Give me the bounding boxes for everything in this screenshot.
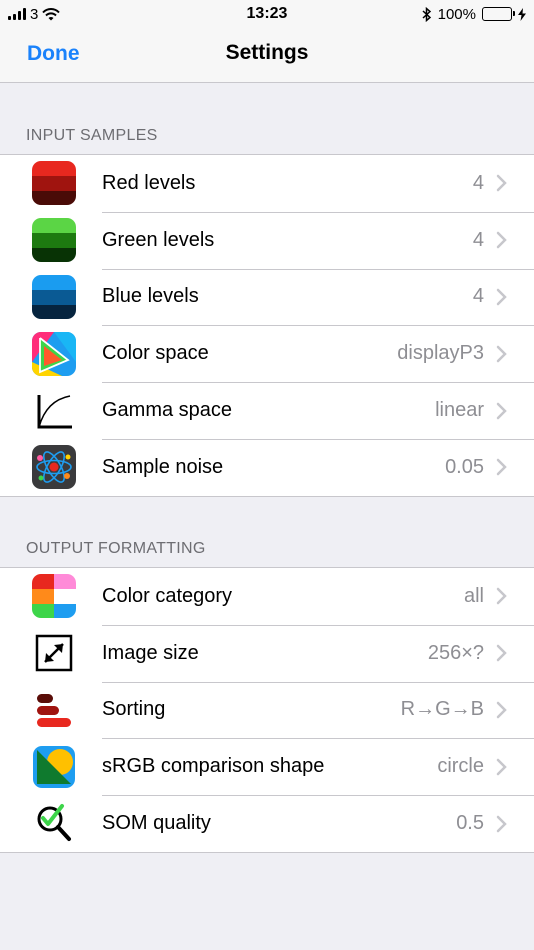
color-category-icon: [32, 574, 76, 619]
row-label: SOM quality: [102, 812, 211, 835]
resize-arrows-icon: [32, 631, 76, 675]
battery-icon: [482, 7, 515, 21]
chevron-right-icon: [496, 288, 507, 306]
row-label: sRGB comparison shape: [102, 755, 325, 778]
battery-percent: 100%: [437, 5, 476, 23]
row-som-quality[interactable]: SOM quality 0.5: [0, 795, 534, 852]
row-value: linear: [435, 399, 484, 422]
section-header-output-formatting: OUTPUT FORMATTING: [26, 540, 206, 557]
row-value: 0.05: [445, 455, 484, 478]
chevron-right-icon: [496, 701, 507, 719]
row-label: Sorting: [102, 698, 166, 721]
section-header-input-samples: INPUT SAMPLES: [26, 127, 158, 144]
row-label: Green levels: [102, 228, 215, 251]
red-levels-icon: [32, 161, 76, 206]
row-value: all: [463, 584, 484, 607]
page-title: Settings: [225, 41, 309, 64]
magnifier-check-icon: [32, 802, 76, 846]
chevron-right-icon: [496, 815, 507, 832]
row-gamma-space[interactable]: Gamma space linear: [0, 382, 534, 439]
chevron-right-icon: [496, 644, 507, 662]
chevron-right-icon: [496, 758, 507, 776]
color-space-icon: [32, 331, 76, 376]
chevron-right-icon: [496, 345, 507, 363]
row-blue-levels[interactable]: Blue levels 4: [0, 268, 534, 326]
navigation-bar: Done Settings: [0, 28, 534, 83]
row-sorting[interactable]: Sorting R→G→B: [0, 681, 534, 739]
chevron-right-icon: [496, 175, 507, 192]
row-label: Red levels: [102, 171, 196, 194]
row-label: Image size: [102, 641, 199, 664]
row-value: 4: [472, 171, 484, 194]
status-right: 100%: [422, 5, 526, 23]
chevron-right-icon: [496, 588, 507, 605]
chevron-right-icon: [496, 231, 507, 249]
row-label: Color category: [102, 584, 233, 607]
row-color-category[interactable]: Color category all: [0, 568, 534, 625]
comparison-shape-icon: [32, 745, 76, 789]
chevron-right-icon: [496, 459, 507, 476]
output-formatting-group: Color category all Image size 256×? Sort…: [0, 567, 534, 853]
gamma-curve-icon: [32, 389, 76, 433]
sorting-bars-icon: [32, 688, 76, 732]
green-levels-icon: [32, 218, 76, 263]
row-image-size[interactable]: Image size 256×?: [0, 624, 534, 682]
row-value: 4: [472, 228, 484, 251]
bluetooth-icon: [422, 6, 431, 22]
row-value: 256×?: [427, 641, 484, 664]
done-button[interactable]: Done: [27, 42, 80, 66]
chevron-right-icon: [496, 402, 507, 419]
row-sample-noise[interactable]: Sample noise 0.05: [0, 438, 534, 496]
row-green-levels[interactable]: Green levels 4: [0, 211, 534, 269]
row-color-space[interactable]: Color space displayP3: [0, 325, 534, 382]
row-value: R→G→B: [400, 698, 484, 721]
row-value: displayP3: [397, 342, 484, 365]
row-value: circle: [437, 755, 484, 778]
atom-noise-icon: [32, 445, 76, 490]
row-label: Color space: [102, 342, 209, 365]
row-label: Sample noise: [102, 455, 224, 478]
row-srgb-comparison-shape[interactable]: sRGB comparison shape circle: [0, 738, 534, 795]
row-label: Gamma space: [102, 399, 233, 422]
row-red-levels[interactable]: Red levels 4: [0, 155, 534, 212]
charging-bolt-icon: [518, 7, 526, 21]
status-bar: 3 13:23 100%: [0, 0, 534, 28]
input-samples-group: Red levels 4 Green levels 4 Blue levels …: [0, 154, 534, 497]
row-value: 0.5: [456, 812, 484, 835]
blue-levels-icon: [32, 274, 76, 319]
row-value: 4: [472, 285, 484, 308]
row-label: Blue levels: [102, 285, 199, 308]
